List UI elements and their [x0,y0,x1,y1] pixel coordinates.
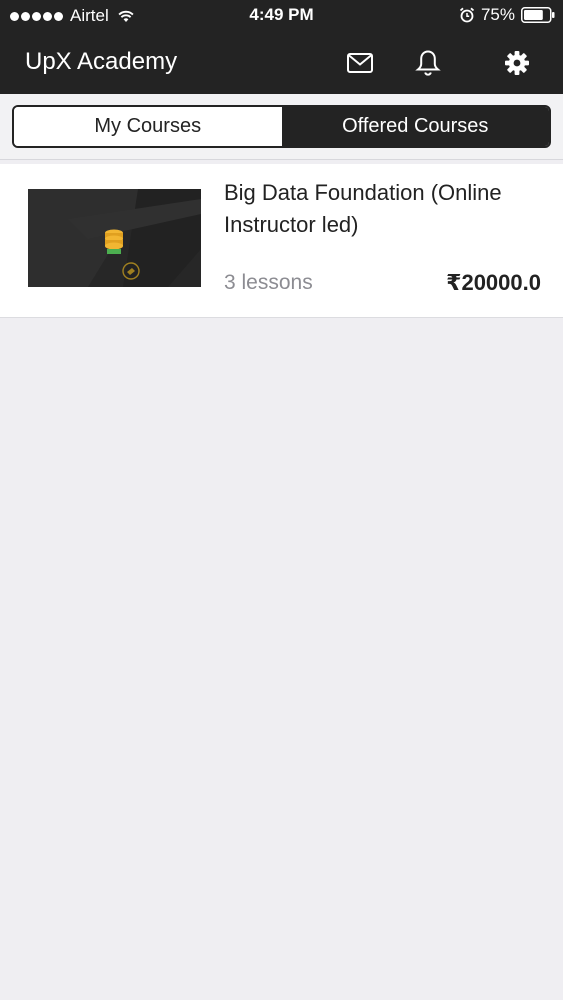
bell-icon[interactable] [413,48,443,78]
status-bar: Airtel 4:49 PM 75% [0,0,563,32]
thumbnail-art [28,189,201,287]
nav-bar: UpX Academy [0,32,563,94]
segment-bar: My Courses Offered Courses [0,94,563,160]
alarm-icon [459,7,475,23]
course-price: ₹20000.0 [446,270,541,295]
course-list: Big Data Foundation (Online Instructor l… [0,164,563,318]
battery-percent: 75% [480,5,515,24]
tab-my-courses[interactable]: My Courses [14,107,282,146]
mail-icon[interactable] [345,48,375,78]
course-thumbnail [28,189,201,287]
segmented-control: My Courses Offered Courses [12,105,551,148]
tab-offered-courses[interactable]: Offered Courses [281,107,549,146]
course-lessons: 3 lessons [224,271,313,294]
database-icon [105,229,123,254]
top-header: Airtel 4:49 PM 75% UpX Academy [0,0,563,94]
gear-icon[interactable] [502,48,532,78]
status-right: 75% [459,5,555,25]
battery-icon [521,7,555,23]
course-card[interactable]: Big Data Foundation (Online Instructor l… [0,164,563,318]
course-title: Big Data Foundation (Online Instructor l… [224,180,502,237]
app-title: UpX Academy [25,48,178,75]
